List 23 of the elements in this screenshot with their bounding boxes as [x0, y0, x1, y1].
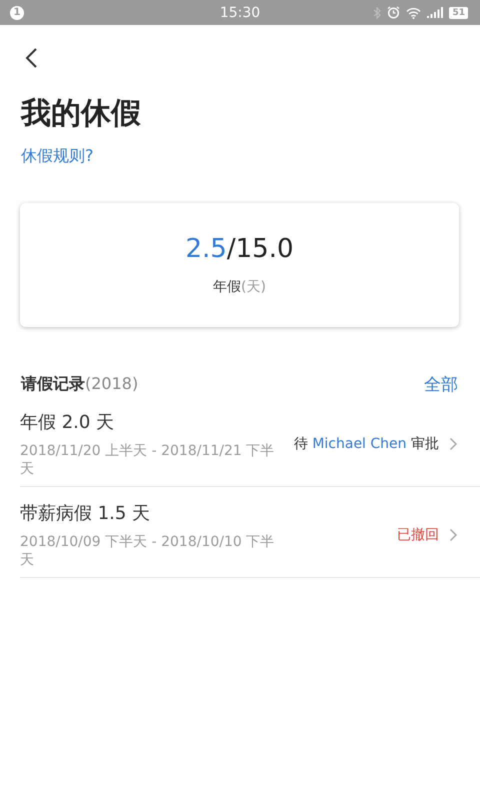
balance-value: 2.5/15.0 — [185, 234, 294, 264]
withdrawn-status: 已撤回 — [397, 526, 439, 544]
notification-badge: 1 — [10, 6, 24, 20]
leave-title: 带薪病假 1.5 天 — [20, 502, 152, 525]
leave-dates: 2018/10/09 下半天 - 2018/10/10 下半天 — [20, 533, 276, 569]
page-title: 我的休假 — [21, 95, 142, 133]
chevron-right-icon — [449, 437, 458, 451]
signal-icon — [427, 7, 444, 18]
chevron-right-icon — [449, 528, 458, 542]
bluetooth-icon — [373, 6, 382, 18]
alarm-icon — [387, 6, 400, 19]
leave-dates: 2018/11/20 上半天 - 2018/11/21 下半天 — [20, 442, 276, 478]
wifi-icon — [406, 6, 422, 18]
leave-record-row[interactable]: 年假 2.0 天 2018/11/20 上半天 - 2018/11/21 下半天 待 Michael Chen 审批 — [20, 396, 480, 487]
battery-indicator: 51 — [449, 6, 468, 18]
balance-label: 年假(天) — [213, 278, 266, 296]
section-title: 请假记录(2018) — [21, 374, 138, 395]
clock-time: 15:30 — [220, 4, 260, 20]
rules-link[interactable]: 休假规则? — [21, 146, 94, 167]
approval-status: 待 Michael Chen 审批 — [294, 435, 439, 453]
view-all-link[interactable]: 全部 — [424, 373, 458, 396]
leave-record-row[interactable]: 带薪病假 1.5 天 2018/10/09 下半天 - 2018/10/10 下半天 已撤回 — [20, 487, 480, 578]
leave-title: 年假 2.0 天 — [20, 411, 116, 434]
